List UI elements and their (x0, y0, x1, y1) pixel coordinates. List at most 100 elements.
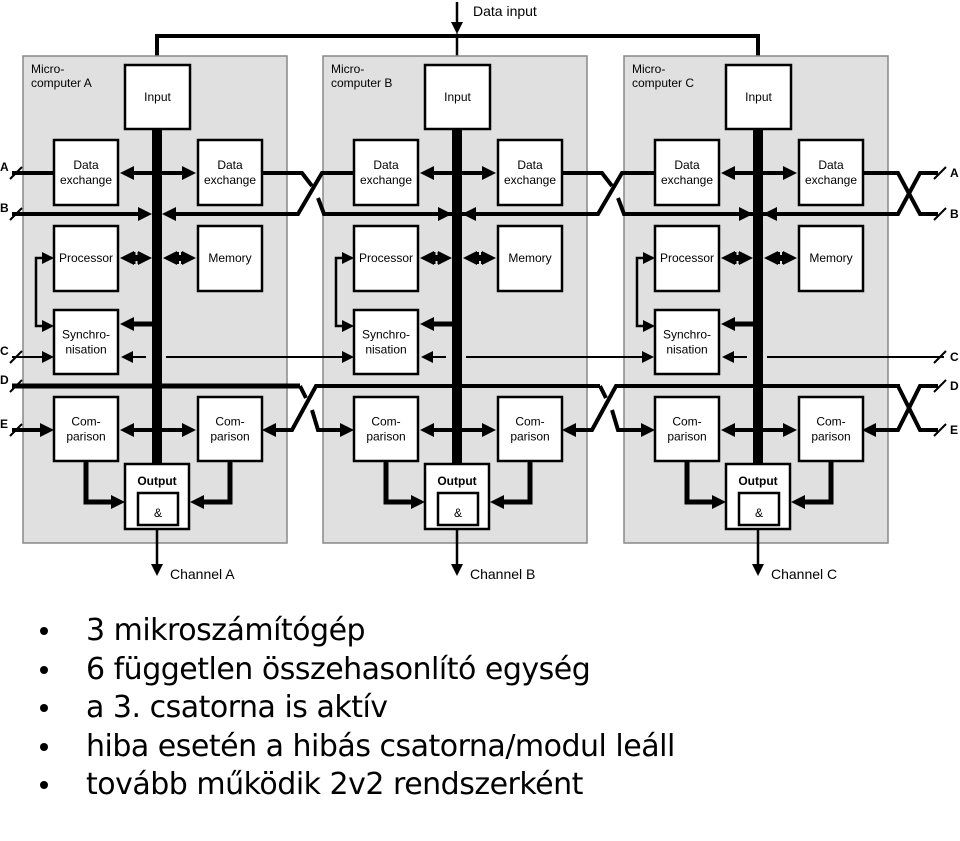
comparison-right-box-label: parison (210, 430, 249, 444)
channel-label: Channel C (771, 566, 837, 582)
data-exchange-left-box: Dataexchange (52, 138, 120, 207)
output-block: Output & (724, 462, 792, 531)
memory-box: Memory (797, 224, 865, 293)
comparison-left-box: Com-parison (52, 395, 120, 463)
bullet-item: a 3. csatorna is aktív (40, 689, 675, 728)
comparison-left-box-label: parison (366, 430, 405, 444)
comparison-right-box-label: parison (510, 430, 549, 444)
triple-microcomputer-diagram: Data input Micro-computer AInputDataexch… (0, 2, 959, 582)
input-box: Input (423, 63, 492, 131)
and-gate-label: & (454, 506, 462, 520)
data-exchange-right-box-label: Data (517, 158, 543, 172)
crossover-d-stub (298, 385, 308, 399)
microcomputer-b: Micro-computer BInputDataexchangeDataexc… (322, 55, 588, 582)
synchronisation-box-label: nisation (365, 343, 406, 357)
edge-label-right: B (950, 207, 959, 221)
arrow-down-icon (451, 564, 463, 576)
synchronisation-box-label: Synchro- (62, 328, 110, 342)
bullet-text: a 3. csatorna is aktív (86, 690, 388, 725)
memory-box-label: Memory (508, 251, 551, 265)
memory-box-label: Memory (809, 251, 852, 265)
microcomputer-name-line1: Micro- (31, 62, 64, 76)
data-input-label: Data input (473, 3, 537, 19)
bullet-item: hiba esetén a hibás csatorna/modul leáll (40, 728, 675, 767)
comparison-left-box-label: Com- (71, 415, 100, 429)
microcomputer-a: Micro-computer AInputDataexchangeDataexc… (22, 55, 288, 582)
edge-label-left: E (0, 417, 8, 431)
comparison-right-box-label: Com- (215, 415, 244, 429)
output-block: Output & (423, 462, 491, 531)
bullet-text: tovább működik 2v2 rendszerként (86, 767, 583, 802)
data-exchange-left-box-label: Data (373, 158, 399, 172)
data-exchange-left-box-label: Data (73, 158, 99, 172)
comparison-right-box: Com-parison (496, 395, 564, 463)
memory-box: Memory (496, 224, 564, 293)
data-exchange-left-box-label: Data (674, 158, 700, 172)
edge-label-right: D (950, 379, 959, 393)
output-label: Output (437, 474, 476, 488)
data-exchange-right-box: Dataexchange (797, 138, 865, 207)
comparison-left-box: Com-parison (352, 395, 420, 463)
synchronisation-box: Synchro-nisation (52, 308, 120, 376)
input-box-label: Input (144, 90, 171, 104)
microcomputer-name-line2: computer B (331, 76, 392, 90)
data-exchange-right-box: Dataexchange (496, 138, 564, 207)
bullet-text: 3 mikroszámítógép (86, 613, 366, 648)
microcomputer-c: Micro-computer CInputDataexchangeDataexc… (623, 55, 889, 582)
data-exchange-left-box-label: exchange (60, 173, 112, 187)
synchronisation-box-label: Synchro- (663, 328, 711, 342)
channel-label: Channel A (170, 566, 235, 582)
edge-label-left: D (0, 373, 9, 387)
edge-label-left: B (0, 201, 9, 215)
output-label: Output (137, 474, 176, 488)
edge-label-left: A (0, 160, 9, 174)
channel-label: Channel B (470, 566, 535, 582)
input-box: Input (123, 63, 192, 131)
output-label: Output (738, 474, 777, 488)
input-box-label: Input (444, 90, 471, 104)
synchronisation-box-label: nisation (666, 343, 707, 357)
data-exchange-right-box-label: exchange (805, 173, 857, 187)
edge-label-right: A (950, 166, 959, 180)
microcomputer-name-line2: computer C (632, 76, 694, 90)
bullet-list: 3 mikroszámítógép 6 független összehason… (40, 612, 675, 805)
synchronisation-box: Synchro-nisation (352, 308, 420, 376)
internal-bus (452, 129, 462, 464)
data-exchange-right-box-label: Data (818, 158, 844, 172)
bullet-text: hiba esetén a hibás csatorna/modul leáll (86, 728, 675, 764)
bullet-item: 6 független összehasonlító egység (40, 651, 675, 690)
processor-box-label: Processor (660, 251, 714, 265)
comparison-left-box-label: Com- (371, 415, 400, 429)
data-exchange-left-box-label: exchange (661, 173, 713, 187)
data-exchange-right-box: Dataexchange (196, 138, 264, 207)
comparison-left-box-label: Com- (672, 415, 701, 429)
data-input-arrow-icon (451, 22, 463, 34)
data-exchange-right-box-label: exchange (504, 173, 556, 187)
and-gate-label: & (154, 506, 162, 520)
comparison-left-box: Com-parison (653, 395, 721, 463)
arrow-down-icon (752, 564, 764, 576)
and-gate-label: & (755, 506, 763, 520)
processor-box: Processor (52, 224, 120, 293)
microcomputer-name-line1: Micro- (331, 62, 364, 76)
comparison-left-box-label: parison (66, 430, 105, 444)
bullet-icon (40, 665, 48, 674)
microcomputer-name-line1: Micro- (632, 62, 665, 76)
memory-box-label: Memory (208, 251, 251, 265)
comparison-right-box-label: parison (811, 430, 850, 444)
internal-bus (152, 129, 162, 464)
bullet-icon (40, 627, 48, 635)
arrow-down-icon (151, 564, 163, 576)
synchronisation-box-label: Synchro- (362, 328, 410, 342)
synchronisation-box: Synchro-nisation (653, 308, 721, 376)
processor-box-label: Processor (359, 251, 413, 265)
internal-bus (753, 129, 763, 464)
synchronisation-box-label: nisation (65, 343, 106, 357)
bullet-item: 3 mikroszámítógép (40, 612, 675, 651)
crossover-d-stub (598, 385, 608, 399)
microcomputer-name-line2: computer A (31, 76, 92, 90)
output-block: Output & (123, 462, 191, 531)
processor-box: Processor (653, 224, 721, 293)
bullet-icon (40, 742, 48, 751)
data-exchange-right-box-label: exchange (204, 173, 256, 187)
